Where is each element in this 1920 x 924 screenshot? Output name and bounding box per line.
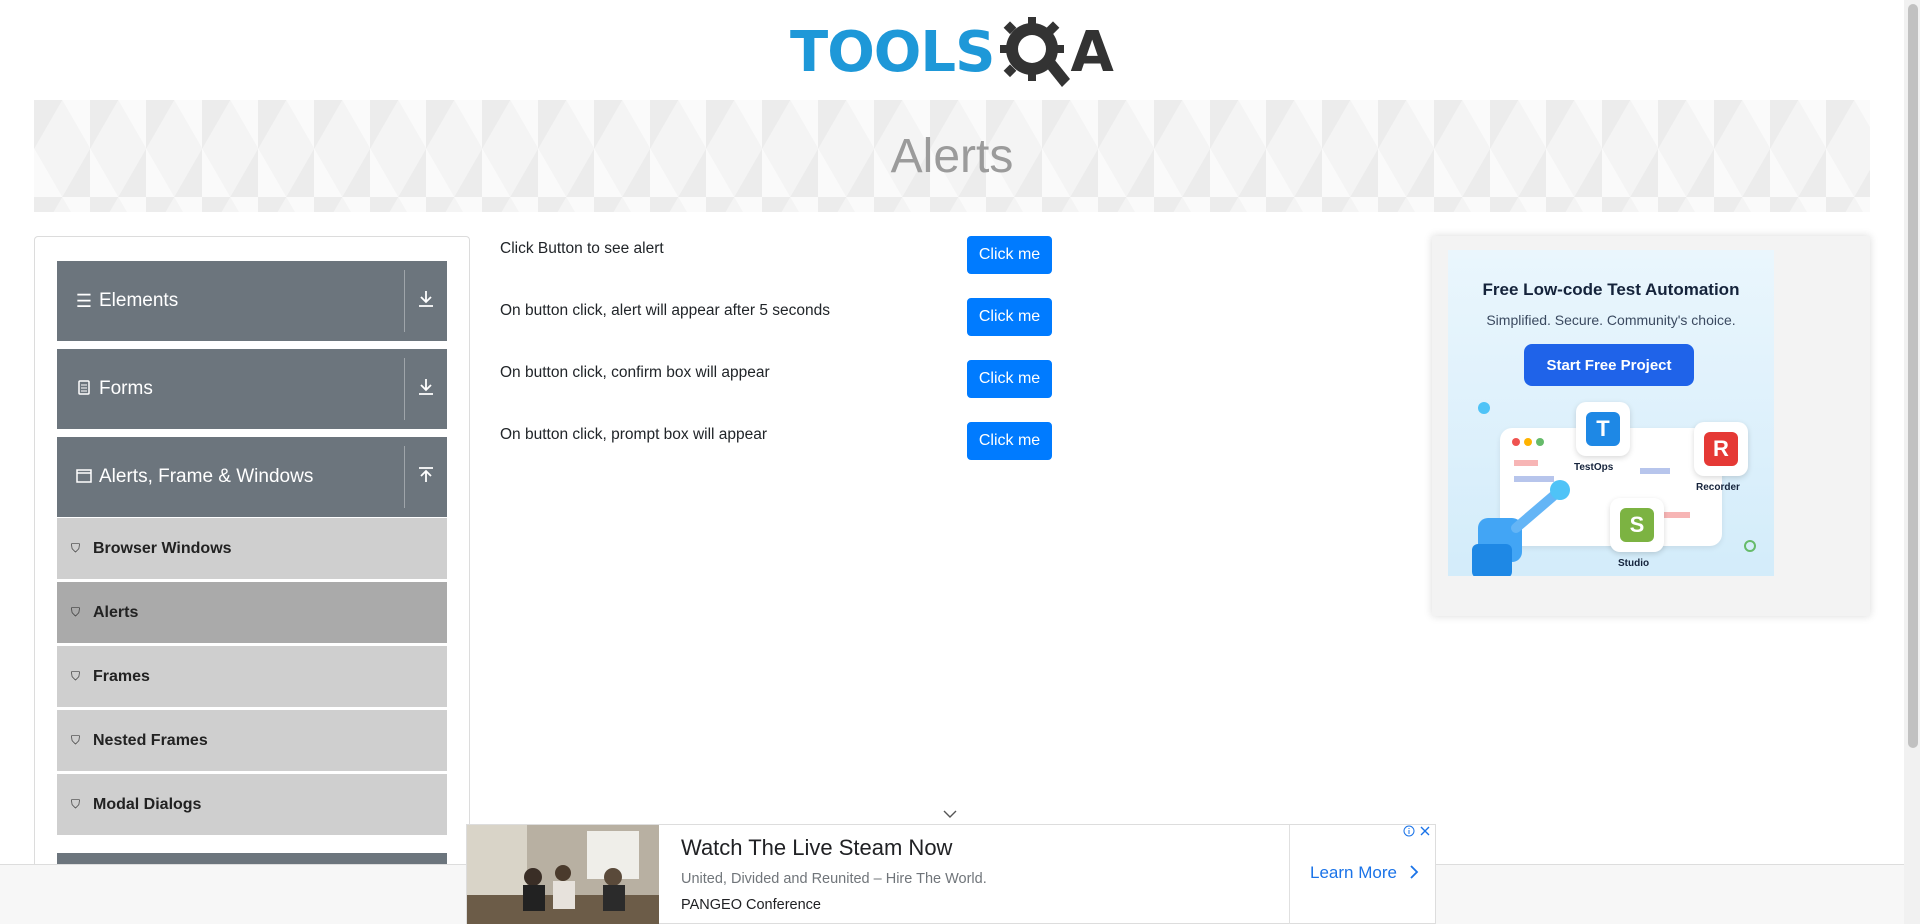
studio-icon: S (1620, 508, 1654, 542)
html5-icon: ⛉ (71, 733, 81, 747)
ad-title: Free Low-code Test Automation (1482, 280, 1740, 299)
group-label: Elements (99, 290, 179, 311)
scrollbar-thumb[interactable] (1908, 4, 1918, 748)
alert-button[interactable]: Click me (967, 236, 1052, 274)
gear-magnifier-icon (998, 15, 1072, 89)
window-icon (73, 467, 95, 488)
recorder-icon: R (1704, 432, 1738, 466)
logo-suffix: A (1070, 19, 1114, 85)
ad-description: United, Divided and Reunited – Hire The … (681, 871, 987, 887)
ad-subtitle: Simplified. Secure. Community's choice. (1486, 312, 1736, 328)
tile-label: Studio (1618, 558, 1650, 569)
ad-choices[interactable] (1403, 825, 1431, 837)
sidebar-item-alerts[interactable]: ⛉ Alerts (57, 581, 447, 643)
group-forms[interactable]: Forms (57, 349, 447, 429)
sidebar-item-label: Modal Dialogs (93, 795, 202, 813)
form-icon (73, 379, 95, 400)
bottom-ad[interactable]: Watch The Live Steam Now United, Divided… (466, 824, 1436, 924)
chevron-down-icon[interactable] (942, 806, 958, 822)
html5-icon: ⛉ (71, 541, 81, 555)
prompt-button[interactable]: Click me (967, 422, 1052, 460)
ad-advertiser: PANGEO Conference (681, 897, 821, 913)
alert-row: Click Button to see alert Click me (500, 236, 1060, 276)
info-icon[interactable] (1403, 825, 1415, 837)
tile-label: TestOps (1574, 462, 1614, 473)
ad-photo (467, 825, 659, 924)
group-label: Alerts, Frame & Windows (99, 466, 314, 487)
studio-tile: S (1610, 498, 1664, 552)
side-ad[interactable]: Free Low-code Test Automation Simplified… (1432, 236, 1870, 616)
start-free-project-button[interactable]: Start Free Project (1524, 344, 1694, 386)
row-text: On button click, confirm box will appear (500, 364, 770, 381)
html5-icon: ⛉ (71, 605, 81, 619)
testops-icon: T (1586, 412, 1620, 446)
sidebar-item-label: Frames (93, 667, 150, 685)
upload-icon[interactable] (405, 466, 447, 489)
row-text: On button click, prompt box will appear (500, 426, 768, 443)
sidebar-item-browser-windows[interactable]: ⛉ Browser Windows (57, 517, 447, 579)
toolsqa-logo[interactable]: TOOLS A (790, 14, 1120, 90)
hamburger-icon: ☰ (75, 290, 93, 311)
divider (1289, 825, 1290, 924)
side-ad-creative[interactable]: Free Low-code Test Automation Simplified… (1448, 250, 1774, 576)
timer-alert-button[interactable]: Click me (967, 298, 1052, 336)
chevron-right-icon (1410, 865, 1418, 879)
row-text: Click Button to see alert (500, 240, 664, 257)
sidebar-item-label: Browser Windows (93, 539, 232, 557)
row-text: On button click, alert will appear after… (500, 302, 830, 319)
recorder-tile: R (1694, 422, 1748, 476)
tile-label: Recorder (1696, 482, 1740, 493)
ad-headline[interactable]: Watch The Live Steam Now (681, 835, 952, 861)
page-title: Alerts (890, 129, 1014, 183)
testops-tile: T (1576, 402, 1630, 456)
close-icon[interactable] (1419, 825, 1431, 837)
download-icon[interactable] (405, 378, 447, 401)
html5-icon: ⛉ (71, 669, 81, 683)
prompt-row: On button click, prompt box will appear … (500, 422, 1060, 462)
group-elements[interactable]: ☰ Elements (57, 261, 447, 341)
robot-arm-illustration (1472, 480, 1570, 576)
learn-more-link[interactable]: Learn More (1310, 863, 1420, 883)
group-label: Forms (99, 378, 153, 399)
timer-alert-row: On button click, alert will appear after… (500, 298, 1060, 338)
sidebar-item-modal-dialogs[interactable]: ⛉ Modal Dialogs (57, 773, 447, 835)
sidebar-panel: ☰ Elements Forms Alerts, Frame & Windows (34, 236, 470, 924)
confirm-button[interactable]: Click me (967, 360, 1052, 398)
sidebar-item-nested-frames[interactable]: ⛉ Nested Frames (57, 709, 447, 771)
html5-icon: ⛉ (71, 797, 81, 811)
page: TOOLS A Alerts ☰ Elements Forms Alerts, … (0, 0, 1920, 924)
download-icon[interactable] (405, 290, 447, 313)
sidebar-item-label: Alerts (93, 603, 139, 621)
group-alerts-frame-windows[interactable]: Alerts, Frame & Windows (57, 437, 447, 517)
sidebar-item-frames[interactable]: ⛉ Frames (57, 645, 447, 707)
sidebar-item-label: Nested Frames (93, 731, 208, 749)
page-banner: Alerts (34, 100, 1870, 212)
logo-text: TOOLS (790, 19, 995, 85)
confirm-row: On button click, confirm box will appear… (500, 360, 1060, 400)
page-scrollbar[interactable] (1904, 0, 1920, 924)
learn-more-label: Learn More (1310, 863, 1397, 882)
